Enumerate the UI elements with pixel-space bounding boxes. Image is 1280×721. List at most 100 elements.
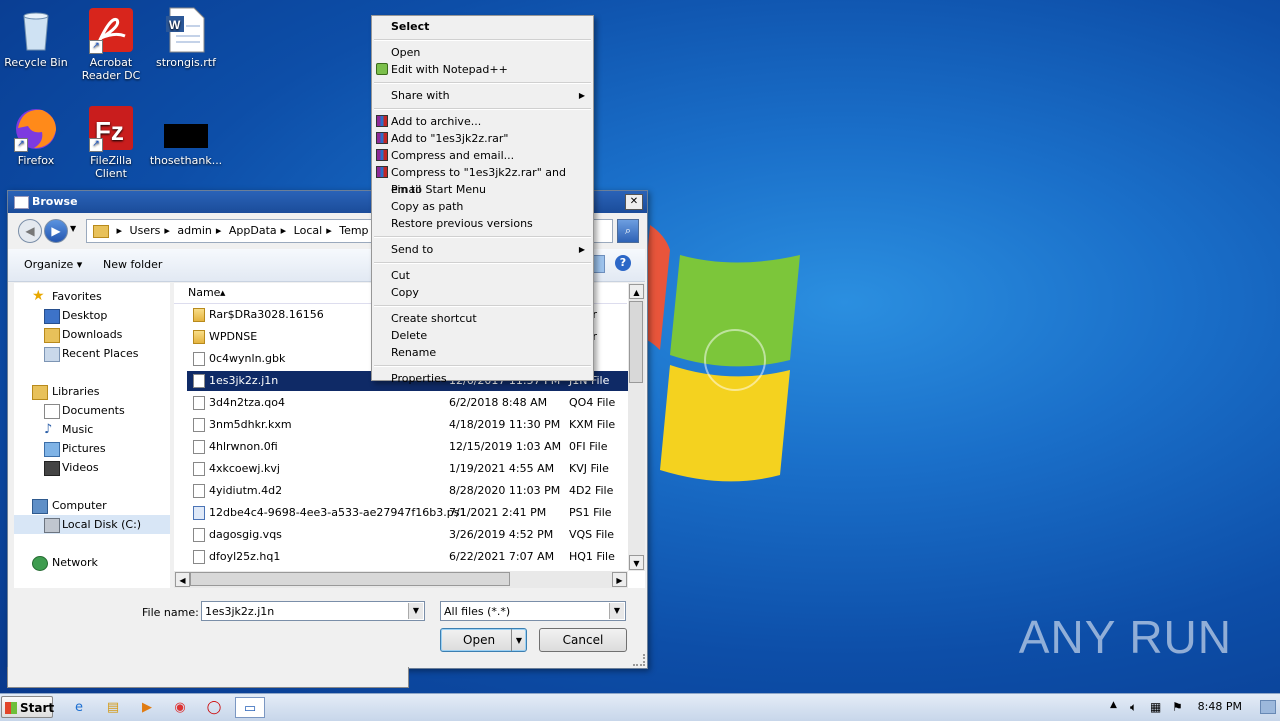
show-hidden-icons-icon[interactable]: ▲: [1110, 700, 1117, 710]
taskbar-media-player-icon[interactable]: ▶: [134, 697, 160, 718]
horizontal-scrollbar[interactable]: ◀ ▶: [174, 571, 628, 588]
menu-item-select[interactable]: Select: [374, 18, 591, 35]
menu-item-compress-and-email[interactable]: Compress and email...: [374, 147, 591, 164]
file-icon: [193, 418, 205, 432]
file-row[interactable]: 4yidiutm.4d2 8/28/2020 11:03 PM 4D2 File: [187, 481, 629, 501]
breadcrumb-users[interactable]: Users: [130, 224, 161, 237]
taskbar-opera-icon[interactable]: ◯: [201, 697, 227, 718]
desktop-icon-strongis-rtf[interactable]: W strongis.rtf: [148, 6, 224, 69]
nav-documents[interactable]: Documents: [14, 401, 170, 420]
resize-grip[interactable]: [633, 654, 645, 666]
menu-item-edit-with-notepad[interactable]: Edit with Notepad++: [374, 61, 591, 78]
menu-item-properties[interactable]: Properties: [374, 370, 591, 387]
action-center-flag-icon[interactable]: ⚑: [1172, 700, 1183, 714]
file-row[interactable]: 12dbe4c4-9698-4ee3-a533-ae27947f16b3.ps1…: [187, 503, 629, 523]
file-name: Rar$DRa3028.16156: [209, 308, 324, 321]
scroll-left-button[interactable]: ◀: [175, 572, 190, 587]
taskbar-chrome-icon[interactable]: ◉: [167, 697, 193, 718]
clock[interactable]: 8:48 PM: [1198, 700, 1242, 713]
menu-item-delete[interactable]: Delete: [374, 327, 591, 344]
nav-favorites[interactable]: ★ Favorites: [14, 287, 170, 306]
desktop-icon-acrobat[interactable]: ↗ Acrobat Reader DC: [73, 6, 149, 82]
nav-pictures[interactable]: Pictures: [14, 439, 170, 458]
desktop-icon-thosethank[interactable]: thosethank...: [148, 104, 224, 167]
menu-item-share-with[interactable]: Share with ▶: [374, 87, 591, 104]
powershell-file-icon: [193, 506, 205, 520]
nav-desktop[interactable]: Desktop: [14, 306, 170, 325]
scroll-thumb[interactable]: [190, 572, 510, 586]
search-icon[interactable]: ⌕: [617, 219, 639, 243]
filename-input[interactable]: 1es3jk2z.j1n ▼: [201, 601, 425, 621]
chevron-down-icon[interactable]: ▼: [609, 603, 624, 619]
nav-network[interactable]: Network: [14, 553, 170, 572]
menu-item-compress-to-1es3jk2z-rar-and-email[interactable]: Compress to "1es3jk2z.rar" and email: [374, 164, 591, 196]
file-row[interactable]: dagosgig.vqs 3/26/2019 4:52 PM VQS File: [187, 525, 629, 545]
file-row[interactable]: 4hlrwnon.0fi 12/15/2019 1:03 AM 0FI File: [187, 437, 629, 457]
new-folder-button[interactable]: New folder: [103, 258, 162, 271]
scroll-right-button[interactable]: ▶: [612, 572, 627, 587]
star-icon: ★: [32, 288, 45, 304]
menu-item-copy-as-path[interactable]: Copy as path: [374, 198, 591, 215]
start-button[interactable]: Start: [1, 696, 54, 718]
back-button[interactable]: ◀: [18, 219, 42, 243]
chevron-down-icon[interactable]: ▼: [408, 603, 423, 619]
vertical-scrollbar[interactable]: ▲ ▼: [628, 283, 645, 571]
nav-recent-places[interactable]: Recent Places: [14, 344, 170, 363]
file-row[interactable]: 4xkcoewj.kvj 1/19/2021 4:55 AM KVJ File: [187, 459, 629, 479]
nav-libraries[interactable]: Libraries: [14, 382, 170, 401]
desktop-icon-filezilla[interactable]: Fz ↗ FileZilla Client: [73, 104, 149, 180]
menu-item-add-to-archive[interactable]: Add to archive...: [374, 113, 591, 130]
scroll-up-button[interactable]: ▲: [629, 284, 644, 299]
open-button[interactable]: Open ▼: [440, 628, 527, 652]
file-icon: [193, 440, 205, 454]
close-button[interactable]: ✕: [625, 194, 643, 210]
menu-item-create-shortcut[interactable]: Create shortcut: [374, 310, 591, 327]
music-icon: ♪: [44, 422, 53, 437]
file-row[interactable]: 3d4n2tza.qo4 6/2/2018 8:48 AM QO4 File: [187, 393, 629, 413]
menu-item-send-to[interactable]: Send to ▶: [374, 241, 591, 258]
taskbar-explorer-icon[interactable]: ▤: [100, 697, 126, 718]
file-type-select[interactable]: All files (*.*) ▼: [440, 601, 626, 621]
anyrun-watermark: ANY RUN: [1018, 611, 1232, 663]
nav-videos[interactable]: Videos: [14, 458, 170, 477]
forward-button[interactable]: ▶: [44, 219, 68, 243]
filename-label: File name:: [142, 606, 199, 619]
menu-item-label: Restore previous versions: [391, 217, 533, 230]
desktop-icon-recycle-bin[interactable]: Recycle Bin: [0, 6, 74, 69]
nav-computer[interactable]: Computer: [14, 496, 170, 515]
open-split-dropdown-icon[interactable]: ▼: [511, 629, 526, 651]
documents-icon: [44, 404, 60, 419]
menu-item-open[interactable]: Open: [374, 44, 591, 61]
breadcrumb-local[interactable]: Local: [294, 224, 323, 237]
network-tray-icon[interactable]: ▦: [1150, 700, 1161, 714]
menu-item-rename[interactable]: Rename: [374, 344, 591, 361]
menu-item-pin-to-start-menu[interactable]: Pin to Start Menu: [374, 181, 591, 198]
cancel-button[interactable]: Cancel: [539, 628, 627, 652]
show-desktop-icon[interactable]: [1260, 700, 1276, 714]
breadcrumb-appdata[interactable]: AppData: [229, 224, 277, 237]
organize-button[interactable]: Organize ▾: [24, 258, 82, 271]
help-icon[interactable]: ?: [615, 255, 631, 271]
file-type: 4D2 File: [569, 484, 614, 497]
nav-downloads[interactable]: Downloads: [14, 325, 170, 344]
file-date-modified: 12/15/2019 1:03 AM: [449, 440, 562, 453]
menu-item-copy[interactable]: Copy: [374, 284, 591, 301]
breadcrumb-admin[interactable]: admin: [177, 224, 211, 237]
file-row[interactable]: 3nm5dhkr.kxm 4/18/2019 11:30 PM KXM File: [187, 415, 629, 435]
menu-item-cut[interactable]: Cut: [374, 267, 591, 284]
taskbar-ie-icon[interactable]: e: [66, 697, 92, 718]
file-row[interactable]: dfoyl25z.hq1 6/22/2021 7:07 AM HQ1 File: [187, 547, 629, 567]
taskbar-browse-window-icon[interactable]: ▭: [235, 697, 265, 718]
menu-item-label: Share with: [391, 89, 450, 102]
nav-local-disk[interactable]: Local Disk (C:): [14, 515, 170, 534]
recent-pages-dropdown-icon[interactable]: ▼: [70, 224, 76, 233]
file-icon: [193, 528, 205, 542]
menu-item-add-to-1es3jk2z-rar[interactable]: Add to "1es3jk2z.rar": [374, 130, 591, 147]
scroll-thumb[interactable]: [629, 301, 643, 383]
volume-icon[interactable]: 🔈︎: [1130, 700, 1137, 715]
desktop-icon-firefox[interactable]: ↗ Firefox: [0, 104, 74, 167]
nav-music[interactable]: ♪ Music: [14, 420, 170, 439]
scroll-down-button[interactable]: ▼: [629, 555, 644, 570]
breadcrumb-temp[interactable]: Temp: [339, 224, 368, 237]
menu-item-restore-previous-versions[interactable]: Restore previous versions: [374, 215, 591, 232]
